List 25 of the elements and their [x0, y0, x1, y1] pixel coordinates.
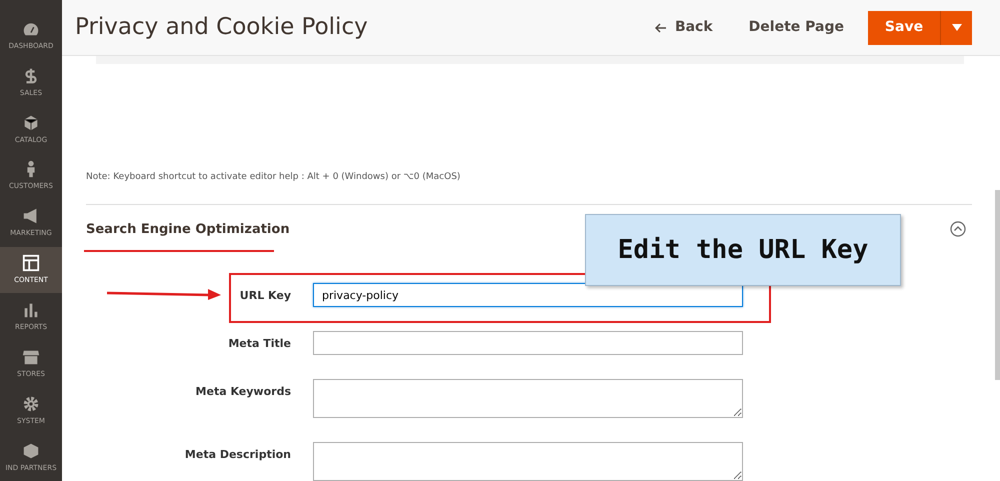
block-icon: [22, 442, 40, 460]
field-label: Meta Description: [184, 447, 291, 463]
input-field[interactable]: privacy-policy: [313, 283, 743, 307]
field-label: Meta Title: [228, 336, 291, 352]
text-area[interactable]: [313, 442, 743, 481]
store-icon: [22, 348, 40, 366]
input-field[interactable]: [313, 331, 743, 355]
delete-page-button[interactable]: Delete Page: [738, 11, 854, 44]
page-title: Privacy and Cookie Policy: [75, 14, 369, 42]
callout-box: Edit the URL Key: [585, 214, 901, 286]
section-title: Search Engine Optimization: [86, 220, 290, 238]
text-area[interactable]: [313, 379, 743, 418]
save-button[interactable]: Save: [868, 10, 940, 45]
collapse-icon[interactable]: [950, 221, 966, 238]
layout-icon: [22, 254, 40, 272]
caret-down-icon: [952, 24, 962, 32]
gear-icon: [22, 394, 40, 413]
save-options-button[interactable]: [940, 10, 972, 45]
back-button[interactable]: Back: [644, 11, 723, 44]
field-label: URL Key: [240, 288, 291, 304]
bar-chart-icon: [22, 301, 40, 320]
arrow-left-icon: [654, 22, 667, 33]
field-label: Meta Keywords: [196, 384, 291, 400]
box-icon: [22, 114, 40, 132]
editor-note: Note: Keyboard shortcut to activate editor help : Alt + 0 (Windows) or ⌥0 (MacOS): [86, 171, 462, 184]
